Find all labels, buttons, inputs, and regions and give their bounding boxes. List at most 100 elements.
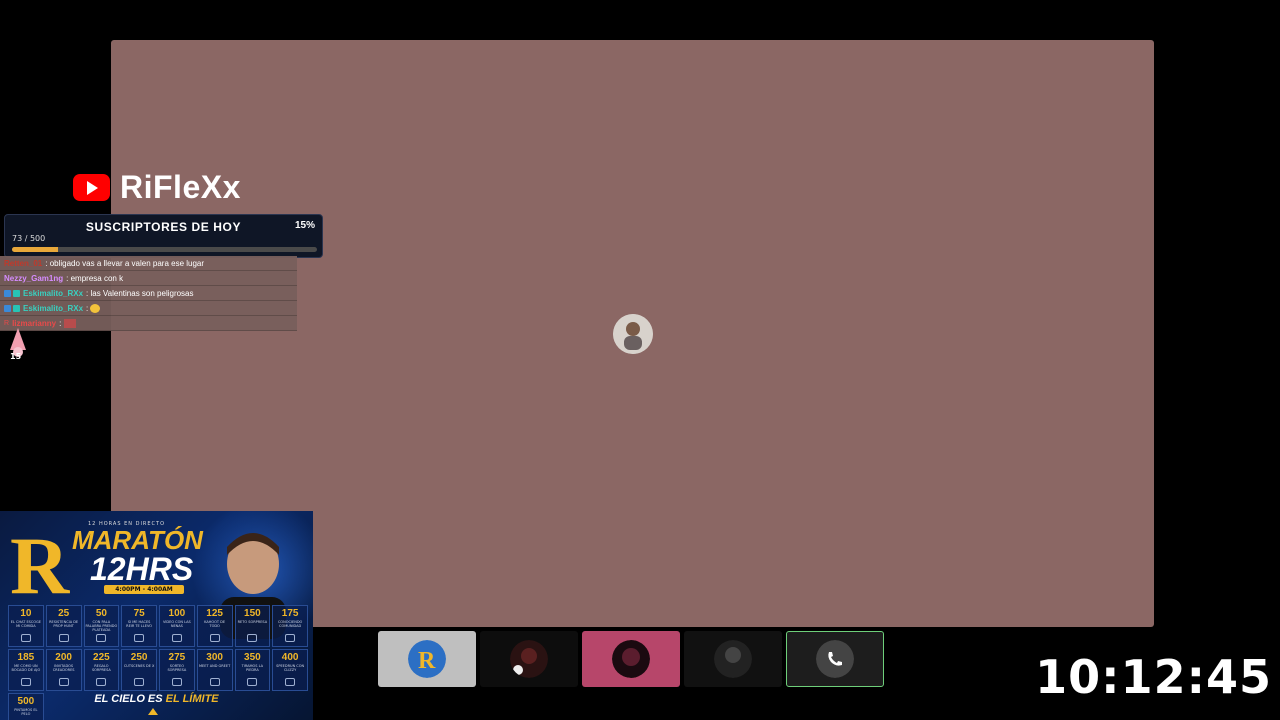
goal-item: 225 REGALO SORPRESA xyxy=(83,649,120,691)
goal-text: RESISTENCIA DE PROP HUNT xyxy=(49,620,79,628)
goal-value: 250 xyxy=(130,652,148,663)
crown-icon xyxy=(148,708,158,715)
chat-text: las Valentinas son peligrosas xyxy=(90,288,194,298)
poster-logo-letter: R xyxy=(10,520,70,611)
goal-item: 75 SI ME HACES REIR TE LLEVO xyxy=(121,605,157,647)
goal-value: 225 xyxy=(93,652,110,663)
badge-icon xyxy=(13,304,20,312)
goal-icon xyxy=(134,678,145,686)
goal-value: 25 xyxy=(58,608,70,619)
goal-icon xyxy=(134,634,145,642)
chat-username: Nezzy_Gam1ng xyxy=(4,273,64,283)
goal-item: 275 SORTEO SORPRESA xyxy=(159,649,195,691)
poster-time: 4:00PM - 4:00AM xyxy=(104,585,184,594)
participant-tile-speaking[interactable] xyxy=(786,631,884,687)
goal-text: SPEEDRUN CON CLIZZY xyxy=(276,664,305,672)
chat-username: lizmarianny xyxy=(12,318,57,328)
subscriber-goal-progress-fill xyxy=(12,247,58,252)
goal-icon xyxy=(171,678,182,686)
chat-overlay: Retten_01 : obligado vas a llevar a vale… xyxy=(0,256,297,331)
goal-item: 200 INVITADOS CREADORES xyxy=(45,649,82,691)
svg-text:R: R xyxy=(418,648,436,674)
goal-text: CUTSCENES DE X xyxy=(123,664,155,668)
participant-tile[interactable] xyxy=(582,631,680,687)
goal-value: 75 xyxy=(133,608,145,619)
channel-brand: RiFleXx xyxy=(73,168,241,205)
image-emote-icon xyxy=(63,318,76,328)
sticker-count: 15 xyxy=(10,352,22,360)
goal-text: PINTAMOS EL PELO xyxy=(14,708,38,716)
chat-message: Nezzy_Gam1ng : empresa con k xyxy=(0,271,297,286)
goal-text: INVITADOS CREADORES xyxy=(52,664,75,672)
goal-text: VIDEO CON LAS NENAS xyxy=(162,620,191,628)
goal-text: CON PALA PALABRA PRENDO PLATEADA xyxy=(85,620,118,632)
goal-item: 250 CUTSCENES DE X xyxy=(121,649,157,691)
goal-icon xyxy=(247,678,258,686)
goal-item: 50 CON PALA PALABRA PRENDO PLATEADA xyxy=(83,605,120,647)
goal-item: 185 ME COMO UN BOCADO DE AJO xyxy=(8,649,44,691)
goal-item: 175 CONOCIENDO COMUNIDAD xyxy=(272,605,308,647)
badge-icon xyxy=(4,304,11,312)
poster-footer: EL CIELO ES EL LÍMITE xyxy=(0,693,313,705)
goal-text: SORTEO SORPRESA xyxy=(167,664,187,672)
participant-strip: R xyxy=(378,631,884,687)
participant-tile[interactable] xyxy=(480,631,578,687)
marathon-poster: R 12 HORAS EN DIRECTO MARATÓN 12HRS 4:00… xyxy=(0,511,313,720)
goal-icon xyxy=(171,634,182,642)
subscriber-goal-title: SUSCRIPTORES DE HOY xyxy=(85,220,242,234)
goal-icon xyxy=(247,634,258,642)
goal-text: KAHOOT DE TODO xyxy=(204,620,226,628)
goal-item: 125 KAHOOT DE TODO xyxy=(196,605,233,647)
goal-item: 300 MEET AND GREET xyxy=(196,649,233,691)
goal-text: REGALO SORPRESA xyxy=(91,664,111,672)
goal-value: 10 xyxy=(20,608,32,619)
goal-text: ME COMO UN BOCADO DE AJO xyxy=(11,664,41,672)
goal-item: 350 TIRAMOS LA PIEDRA xyxy=(234,649,271,691)
stream-clock: 10:12:45 xyxy=(1035,650,1272,704)
chat-username: Retten_01 xyxy=(4,258,43,268)
chat-username: Eskimalito_RXx xyxy=(23,288,84,298)
sticker-icon: 15 xyxy=(7,328,29,361)
goal-value: 400 xyxy=(281,652,299,663)
smile-emote-icon xyxy=(90,303,101,313)
subscriber-goal-widget: SUSCRIPTORES DE HOY 15% 73 / 500 xyxy=(4,214,323,258)
avatar: R xyxy=(408,640,446,678)
goal-icon xyxy=(58,678,69,686)
goal-item: 100 VIDEO CON LAS NENAS xyxy=(159,605,195,647)
goal-value: 50 xyxy=(95,608,107,619)
badge-icon: R xyxy=(4,319,10,327)
chat-text: empresa con k xyxy=(70,273,124,283)
poster-footer-a: EL CIELO ES xyxy=(94,693,163,705)
channel-name: RiFleXx xyxy=(120,168,241,205)
chat-message: Retten_01 : obligado vas a llevar a vale… xyxy=(0,256,297,271)
goal-value: 125 xyxy=(206,608,223,619)
goal-text: EL CHAT ESCOGE MI COMIDA xyxy=(10,620,42,628)
goal-text: CONOCIENDO COMUNIDAD xyxy=(277,620,303,628)
chat-message: Eskimalito_RXx : xyxy=(0,301,297,316)
goal-icon xyxy=(285,634,296,642)
goal-value: 350 xyxy=(244,652,261,663)
goal-text: TIRAMOS LA PIEDRA xyxy=(241,664,264,672)
badge-icon xyxy=(13,289,20,297)
poster-footer-b: EL LÍMITE xyxy=(165,693,219,705)
chat-text: obligado vas a llevar a valen para ese l… xyxy=(49,258,205,268)
phone-icon xyxy=(816,640,854,678)
goal-value: 185 xyxy=(17,652,35,663)
participant-avatar[interactable] xyxy=(613,314,653,354)
chat-message: R lizmarianny : xyxy=(0,316,297,331)
participant-tile[interactable] xyxy=(684,631,782,687)
poster-subtitle: 12HRS xyxy=(90,551,194,587)
goal-text: MEET AND GREET xyxy=(199,664,231,668)
goal-icon xyxy=(96,634,107,642)
goal-icon xyxy=(20,678,31,686)
goal-icon xyxy=(96,678,107,686)
badge-icon xyxy=(4,289,11,297)
participant-tile[interactable]: R xyxy=(378,631,476,687)
goal-icon xyxy=(285,678,296,686)
goal-icon xyxy=(209,634,220,642)
avatar xyxy=(510,640,548,678)
subscriber-goal-count: 73 / 500 xyxy=(12,234,46,243)
goal-value: 275 xyxy=(168,652,186,663)
subscriber-goal-progress xyxy=(12,247,317,252)
goal-item: 150 RETO SORPRESA xyxy=(234,605,271,647)
